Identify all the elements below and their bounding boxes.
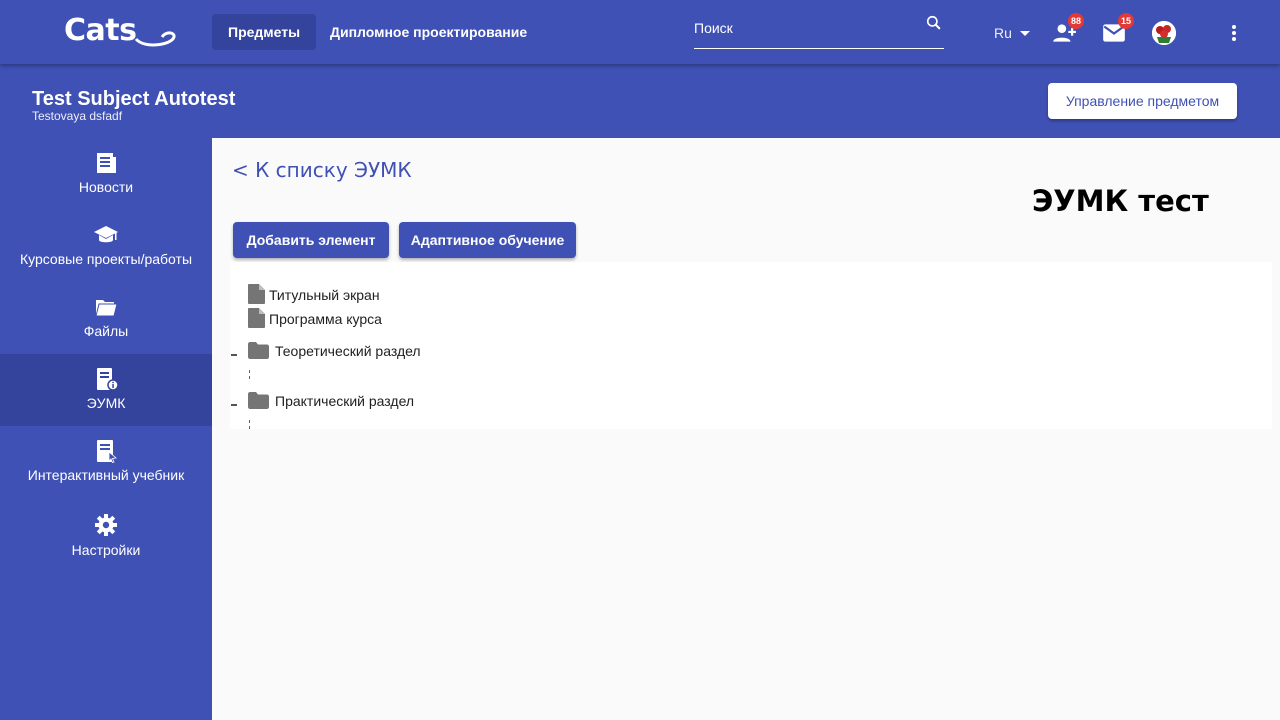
chevron-down-icon[interactable] xyxy=(1020,31,1030,36)
language-selector[interactable]: Ru xyxy=(994,25,1012,41)
back-to-eumk-list-link[interactable]: < К списку ЭУМК xyxy=(232,158,412,182)
folder-icon xyxy=(95,300,118,317)
sidebar-item-label: ЭУМК xyxy=(86,395,126,411)
page-title: ЭУМК тест xyxy=(1032,184,1209,218)
sidebar-item-news[interactable]: Новости xyxy=(0,138,212,210)
tree-item-title-screen[interactable]: Титульный экран xyxy=(248,284,448,306)
adaptive-learning-button[interactable]: Адаптивное обучение xyxy=(399,222,576,258)
sidebar-item-label: Интерактивный учебник xyxy=(27,467,185,483)
folder-icon xyxy=(248,392,269,409)
tree-item-label: Практический раздел xyxy=(275,393,415,409)
search-box xyxy=(694,10,944,49)
folder-icon xyxy=(248,342,269,359)
subject-title: Test Subject Autotest xyxy=(32,88,236,110)
book-info-icon xyxy=(97,368,119,391)
add-element-button[interactable]: Добавить элемент xyxy=(233,222,389,258)
graduation-cap-icon xyxy=(94,226,118,243)
avatar-image xyxy=(1152,21,1176,45)
sidebar-item-interactive-book[interactable]: Интерактивный учебник xyxy=(0,426,212,498)
tree-item-label: Теоретический раздел xyxy=(275,343,421,359)
tree-connector xyxy=(249,420,250,429)
file-icon xyxy=(248,308,265,328)
subject-header: Test Subject Autotest Testovaya dsfadf У… xyxy=(0,64,1280,138)
collapse-toggle-icon[interactable] xyxy=(231,354,237,356)
tree-item-label: Программа курса xyxy=(269,311,382,327)
eumk-tree: Титульный экран Программа курса Теоретич… xyxy=(230,262,1272,429)
search-icon[interactable] xyxy=(924,13,944,33)
tree-item-label: Титульный экран xyxy=(269,287,380,303)
tree-folder-practical[interactable]: Практический раздел xyxy=(248,390,448,412)
sidebar-item-label: Настройки xyxy=(71,542,141,558)
tree-connector xyxy=(249,370,250,379)
sidebar-item-settings[interactable]: Настройки xyxy=(0,498,212,570)
gear-icon xyxy=(95,514,117,536)
nav-diploma-design[interactable]: Дипломное проектирование xyxy=(314,14,543,50)
sidebar-item-label: Курсовые проекты/работы xyxy=(19,251,193,267)
avatar[interactable] xyxy=(1152,21,1176,45)
interactive-book-icon xyxy=(97,440,117,463)
search-input[interactable] xyxy=(694,18,914,38)
nav-subjects[interactable]: Предметы xyxy=(212,14,317,50)
sidebar-item-eumk[interactable]: ЭУМК xyxy=(0,354,212,426)
collapse-toggle-icon[interactable] xyxy=(231,404,237,406)
cats-logo[interactable]: Cats xyxy=(64,13,179,49)
top-navbar: Cats Предметы Дипломное проектирование R… xyxy=(0,0,1280,64)
news-icon xyxy=(97,153,116,173)
tree-folder-theoretical[interactable]: Теоретический раздел xyxy=(248,340,448,362)
more-vert-icon[interactable] xyxy=(1228,23,1240,43)
logo-swirl-icon xyxy=(134,31,176,47)
sidebar-item-label: Новости xyxy=(78,179,134,195)
sidebar-item-course-projects[interactable]: Курсовые проекты/работы xyxy=(0,210,212,282)
sidebar-item-files[interactable]: Файлы xyxy=(0,282,212,354)
tree-item-course-program[interactable]: Программа курса xyxy=(248,308,448,330)
sidebar-item-label: Файлы xyxy=(83,323,129,339)
file-icon xyxy=(248,284,265,304)
subject-subtitle: Testovaya dsfadf xyxy=(32,109,123,123)
manage-subject-button[interactable]: Управление предметом xyxy=(1048,83,1237,119)
main-content: < К списку ЭУМК ЭУМК тест Добавить элеме… xyxy=(212,138,1280,720)
friend-requests-badge: 88 xyxy=(1068,13,1084,29)
messages-badge: 15 xyxy=(1118,13,1134,29)
sidebar: Новости Курсовые проекты/работы Файлы ЭУ… xyxy=(0,138,212,720)
